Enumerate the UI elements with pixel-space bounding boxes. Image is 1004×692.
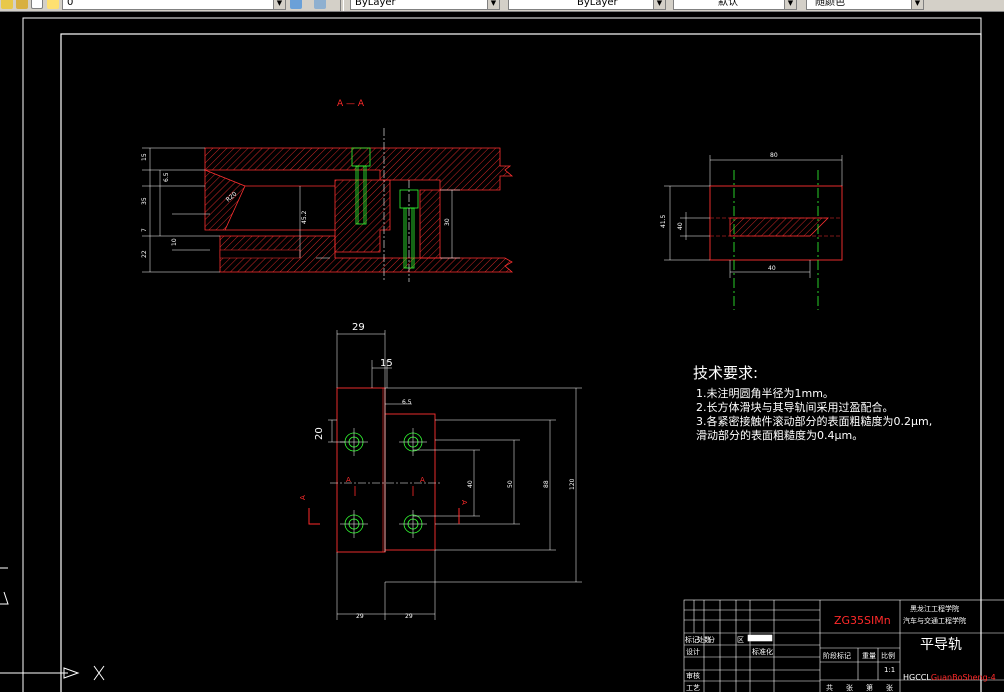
drawing-canvas[interactable]: A — A 15 6.5 35 7 10 22 45.2 30 R20 80 4… bbox=[0, 12, 1004, 692]
svg-text:20: 20 bbox=[314, 427, 325, 440]
svg-text:29: 29 bbox=[352, 322, 365, 333]
layer-value: 0 bbox=[67, 0, 74, 8]
svg-text:10: 10 bbox=[171, 238, 178, 246]
make-layer-current-icon[interactable] bbox=[290, 0, 302, 9]
layer-dropdown[interactable]: 0 ▼ bbox=[62, 0, 286, 10]
tech-requirement-line: 滑动部分的表面粗糙度为0.4μm。 bbox=[696, 429, 864, 442]
chevron-down-icon[interactable]: ▼ bbox=[273, 0, 285, 9]
material-label: ZG35SIMn bbox=[834, 614, 891, 627]
tb-label: 重量 bbox=[862, 652, 876, 660]
layer-state-icon[interactable] bbox=[1, 0, 13, 9]
layer-lock-icon[interactable] bbox=[16, 0, 28, 9]
svg-text:40: 40 bbox=[677, 222, 684, 230]
section-label: A — A bbox=[337, 99, 365, 109]
cad-drawing: A — A 15 6.5 35 7 10 22 45.2 30 R20 80 4… bbox=[0, 17, 1004, 692]
lineweight-value: 默认 bbox=[718, 0, 738, 8]
tb-label: 审核 bbox=[686, 672, 700, 680]
tb-label: 标准化 bbox=[752, 648, 773, 656]
layer-icon[interactable] bbox=[47, 0, 59, 9]
tb-label: 张 bbox=[846, 684, 853, 692]
svg-text:A: A bbox=[420, 476, 425, 484]
tb-label: 阶段标记 bbox=[823, 652, 851, 660]
linetype-value: ByLayer bbox=[577, 0, 618, 8]
tech-requirements-title: 技术要求: bbox=[693, 364, 759, 382]
svg-text:40: 40 bbox=[768, 265, 776, 272]
chevron-down-icon[interactable]: ▼ bbox=[487, 0, 499, 9]
tech-requirement-line: 2.长方体滑块与其导轨间采用过盈配合。 bbox=[696, 401, 894, 414]
svg-text:7: 7 bbox=[141, 228, 148, 232]
svg-text:A: A bbox=[460, 500, 468, 505]
tb-label: 张 bbox=[886, 684, 893, 692]
svg-text:80: 80 bbox=[770, 152, 778, 159]
department-name: 汽车与交通工程学院 bbox=[903, 617, 966, 625]
svg-text:22: 22 bbox=[141, 250, 148, 258]
svg-text:6.5: 6.5 bbox=[163, 172, 170, 182]
chevron-down-icon[interactable]: ▼ bbox=[911, 0, 923, 9]
outer-frame bbox=[22, 17, 982, 692]
school-name: 黑龙江工程学院 bbox=[910, 605, 959, 613]
linetype-dropdown[interactable]: ByLayer ▼ bbox=[508, 0, 666, 10]
tb-label: 分 bbox=[708, 636, 715, 644]
tb-label: 区 bbox=[737, 636, 744, 644]
toolbar-separator bbox=[340, 0, 344, 11]
plan-view: A A A A 29 15 6.5 20 40 50 88 120 29 29 bbox=[299, 322, 582, 620]
svg-text:120: 120 bbox=[569, 478, 576, 490]
svg-text:41.5: 41.5 bbox=[660, 214, 667, 228]
tb-label: 工艺 bbox=[686, 684, 700, 692]
part-name: 平导轨 bbox=[920, 637, 962, 653]
svg-text:45.2: 45.2 bbox=[301, 210, 308, 224]
svg-text:40: 40 bbox=[467, 480, 474, 488]
svg-text:88: 88 bbox=[543, 480, 550, 488]
svg-text:15: 15 bbox=[141, 153, 148, 161]
scale-value: 1:1 bbox=[884, 666, 896, 674]
svg-text:A: A bbox=[299, 495, 307, 500]
chevron-down-icon[interactable]: ▼ bbox=[784, 0, 796, 9]
svg-text:35: 35 bbox=[141, 197, 148, 205]
side-view: 80 41.5 40 40 bbox=[660, 152, 843, 310]
tb-label: 比例 bbox=[881, 652, 895, 660]
svg-text:A: A bbox=[346, 476, 351, 484]
layer-previous-icon[interactable] bbox=[314, 0, 326, 9]
ucs-icon bbox=[0, 567, 105, 681]
inner-frame bbox=[60, 33, 982, 692]
svg-text:29: 29 bbox=[356, 613, 364, 620]
svg-text:29: 29 bbox=[405, 613, 413, 620]
tech-requirement-line: 3.各紧密接触件滚动部分的表面粗糙度为0.2μm, bbox=[696, 415, 933, 428]
svg-text:50: 50 bbox=[507, 480, 514, 488]
properties-toolbar: 0 ▼ ByLayer ▼ ByLayer ▼ 默认 ▼ 随颜色 ▼ bbox=[0, 0, 1004, 12]
svg-text:30: 30 bbox=[444, 218, 451, 226]
chevron-down-icon[interactable]: ▼ bbox=[653, 0, 665, 9]
color-value: ByLayer bbox=[355, 0, 396, 8]
lineweight-dropdown[interactable]: 默认 ▼ bbox=[673, 0, 797, 10]
svg-text:15: 15 bbox=[380, 358, 393, 369]
layer-color-icon[interactable] bbox=[31, 0, 43, 9]
svg-text:6.5: 6.5 bbox=[402, 399, 412, 406]
tb-label: 第 bbox=[866, 684, 873, 692]
plotstyle-dropdown[interactable]: 随颜色 ▼ bbox=[806, 0, 924, 10]
tech-requirement-line: 1.未注明圆角半径为1mm。 bbox=[696, 387, 834, 400]
section-view: A — A 15 6.5 35 7 10 22 45.2 30 R20 bbox=[141, 99, 514, 282]
tb-label: 共 bbox=[826, 684, 833, 692]
drawing-code: HGCCLGuanBoSheng-4 bbox=[903, 673, 996, 682]
plotstyle-value: 随颜色 bbox=[815, 0, 845, 8]
color-dropdown[interactable]: ByLayer ▼ bbox=[350, 0, 500, 10]
tb-label: 设计 bbox=[686, 648, 700, 656]
